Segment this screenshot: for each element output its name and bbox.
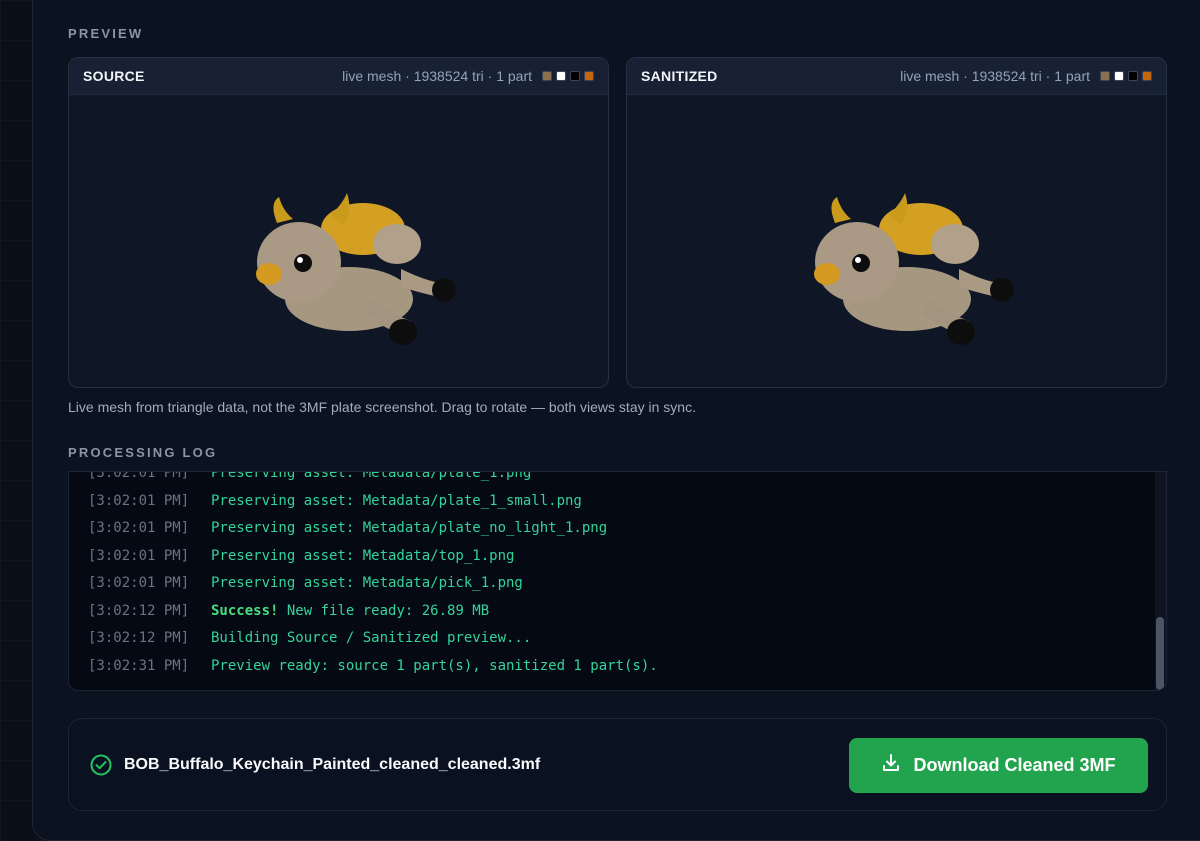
download-icon [881, 753, 901, 778]
check-circle-icon [90, 754, 112, 781]
log-line: [3:02:01 PM] Preserving asset: Metadata/p… [88, 488, 658, 516]
log-line: [3:02:01 PM] Preserving asset: Metadata/p… [88, 570, 658, 598]
source-viewer-title: SOURCE [83, 68, 145, 84]
log-scroll-thumb[interactable] [1156, 617, 1164, 690]
log-message: Preserving asset: Metadata/top_1.png [211, 547, 515, 564]
download-button-label: Download Cleaned 3MF [913, 755, 1116, 775]
log-message: Preserving asset: Metadata/plate_1.png [211, 471, 532, 481]
output-filename: BOB_Buffalo_Keychain_Painted_cleaned_cle… [124, 756, 541, 773]
sanitized-viewer-header: SANITIZED live mesh · 1938524 tri · 1 pa… [627, 58, 1166, 95]
log-line: [3:02:12 PM] Success! New file ready: 26.… [88, 598, 658, 626]
log-message: New file ready: 26.89 MB [286, 602, 490, 619]
log-timestamp: [3:02:01 PM] [88, 520, 190, 536]
log-timestamp: [3:02:01 PM] [88, 492, 190, 509]
log-timestamp: [3:02:01 PM] [88, 575, 190, 591]
sanitized-mesh-stats: live mesh · 1938524 tri · 1 part [900, 68, 1090, 84]
source-color-swatch [542, 71, 552, 81]
sanitized-viewer-meta: live mesh · 1938524 tri · 1 part [900, 68, 1152, 84]
log-line: [3:02:31 PM] Preview ready: source 1 part… [88, 653, 658, 681]
log-timestamp: [3:02:12 PM] [88, 630, 190, 646]
log-message: Building Source / Sanitized preview... [211, 630, 532, 646]
log-line: [3:02:12 PM] Building Source / Sanitized … [88, 625, 658, 653]
sanitized-viewer[interactable]: SANITIZED live mesh · 1938524 tri · 1 pa… [626, 57, 1167, 388]
log-line: [3:02:01 PM] Preserving asset: Metadata/p… [88, 515, 658, 543]
source-viewer-header: SOURCE live mesh · 1938524 tri · 1 part [69, 58, 608, 95]
log-message: Preserving asset: Metadata/plate_1_small… [211, 492, 582, 509]
log-timestamp: [3:02:01 PM] [88, 471, 190, 481]
log-timestamp: [3:02:31 PM] [88, 657, 190, 674]
log-lines: [3:02:01 PM] Preserving asset: Metadata/p… [88, 471, 658, 681]
log-line: [3:02:01 PM] Preserving asset: Metadata/t… [88, 543, 658, 571]
buffalo-model [251, 189, 461, 354]
source-color-swatch [556, 71, 566, 81]
preview-note: Live mesh from triangle data, not the 3M… [68, 399, 696, 415]
processing-log[interactable]: [3:02:01 PM] Preserving asset: Metadata/p… [68, 471, 1167, 691]
log-message: Preserving asset: Metadata/pick_1.png [211, 575, 523, 591]
sanitized-viewer-title: SANITIZED [641, 68, 718, 84]
source-mesh-stats: live mesh · 1938524 tri · 1 part [342, 68, 532, 84]
sanitized-color-swatch [1114, 71, 1124, 81]
source-color-swatch [584, 71, 594, 81]
log-timestamp: [3:02:01 PM] [88, 547, 190, 564]
source-3d-canvas[interactable] [69, 95, 608, 387]
log-success-label: Success! [211, 602, 279, 619]
processing-log-label: PROCESSING LOG [68, 445, 218, 460]
log-scrollbar[interactable] [1155, 472, 1166, 690]
source-viewer-meta: live mesh · 1938524 tri · 1 part [342, 68, 594, 84]
log-message: Preview ready: source 1 part(s), sanitiz… [211, 657, 658, 674]
log-timestamp: [3:02:12 PM] [88, 602, 190, 619]
download-button[interactable]: Download Cleaned 3MF [849, 738, 1148, 793]
sanitized-color-swatch [1142, 71, 1152, 81]
preview-section-label: PREVIEW [68, 26, 144, 41]
sanitized-color-swatch [1128, 71, 1138, 81]
sanitized-color-swatch [1100, 71, 1110, 81]
source-color-swatch [570, 71, 580, 81]
log-message: Preserving asset: Metadata/plate_no_ligh… [211, 520, 608, 536]
sanitized-3d-canvas[interactable] [627, 95, 1166, 387]
log-line: [3:02:01 PM] Preserving asset: Metadata/p… [88, 471, 658, 488]
buffalo-model [809, 189, 1019, 354]
source-viewer[interactable]: SOURCE live mesh · 1938524 tri · 1 part [68, 57, 609, 388]
result-card: BOB_Buffalo_Keychain_Painted_cleaned_cle… [68, 718, 1167, 811]
